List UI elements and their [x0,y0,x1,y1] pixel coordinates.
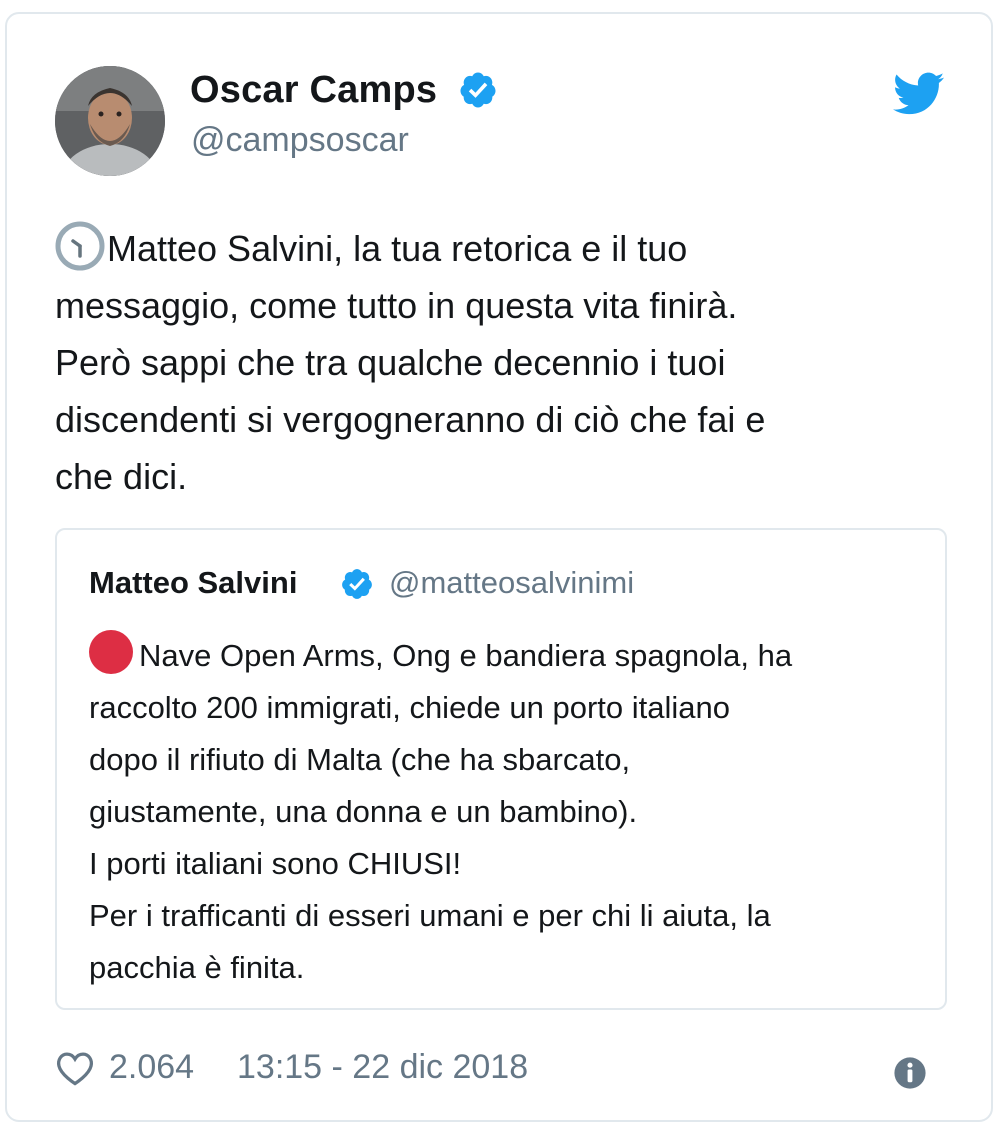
quoted-author-handle[interactable]: @matteosalvinimi [389,564,634,602]
quoted-text-line: pacchia è finita. [89,950,305,985]
tweet-text-line: discendenti si vergogneranno di ciò che … [55,399,766,440]
author-name[interactable]: Oscar Camps [190,68,437,112]
tweet-text-line: Matteo Salvini, la tua retorica e il tuo [107,228,688,269]
clock-one-oclock-icon [55,221,105,271]
quoted-author-name[interactable]: Matteo Salvini [89,564,297,602]
info-icon[interactable] [893,1056,927,1090]
tweet-text: Matteo Salvini, la tua retorica e il tuo… [55,220,935,505]
quoted-text-line: I porti italiani sono CHIUSI! [89,846,462,881]
avatar-photo [55,66,165,176]
tweet-text-line: che dici. [55,456,188,497]
tweet-footer: 2.064 13:15 - 22 dic 2018 [55,1044,945,1090]
tweet-text-line: Però sappi che tra qualche decennio i tu… [55,342,726,383]
tweet-timestamp[interactable]: 13:15 - 22 dic 2018 [237,1046,528,1088]
twitter-bird-icon[interactable] [893,72,945,116]
author-avatar[interactable] [55,66,165,176]
tweet-card[interactable]: Oscar Camps @campsoscar Matteo Salvini, … [5,12,993,1122]
quoted-text-line: Per i trafficanti di esseri umani e per … [89,898,771,933]
tweet-text-line: messaggio, come tutto in questa vita fin… [55,285,738,326]
quoted-text-line: dopo il rifiuto di Malta (che ha sbarcat… [89,742,631,777]
quoted-tweet-text: Nave Open Arms, Ong e bandiera spagnola,… [89,630,929,994]
quoted-text-line: Nave Open Arms, Ong e bandiera spagnola,… [139,638,793,673]
quoted-tweet[interactable]: Matteo Salvini @matteosalvinimi Nave Ope… [55,528,947,1010]
quoted-text-line: raccolto 200 immigrati, chiede un porto … [89,690,731,725]
verified-badge-icon [460,72,496,108]
author-handle[interactable]: @campsoscar [191,120,409,160]
like-count[interactable]: 2.064 [109,1046,194,1088]
red-circle-icon [89,630,133,674]
quoted-text-line: giustamente, una donna e un bambino). [89,794,638,829]
verified-badge-icon [342,569,372,599]
heart-icon[interactable] [55,1050,95,1086]
